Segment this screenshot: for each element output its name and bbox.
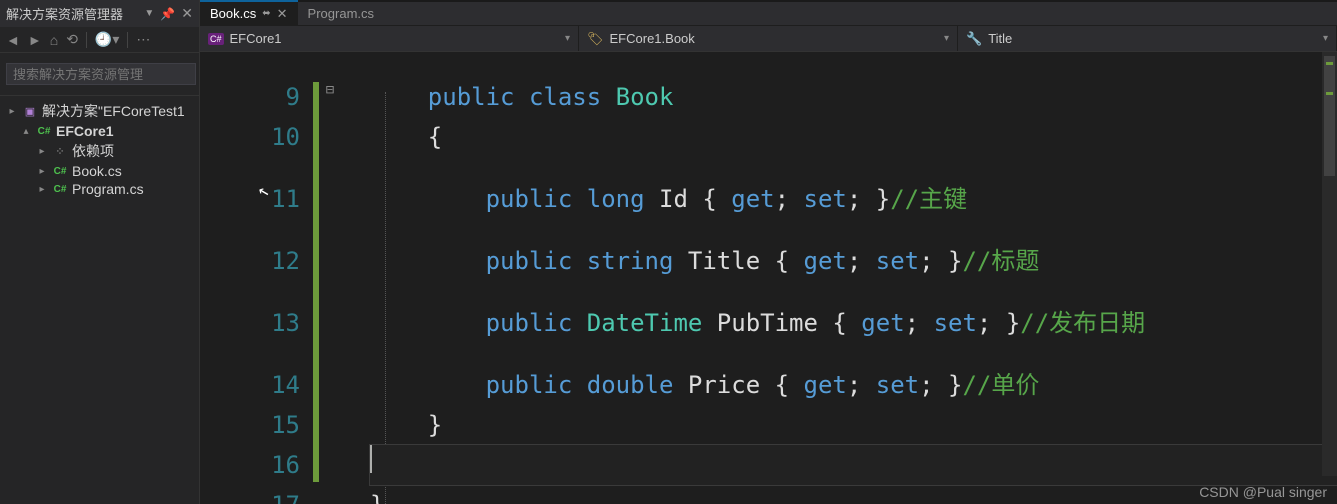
solution-explorer-title: 解决方案资源管理器 [6, 4, 138, 23]
dependencies-icon: ⁘ [52, 145, 68, 158]
wrench-icon: 🔧 [966, 31, 982, 47]
tab-label: Program.cs [308, 6, 374, 21]
sync-icon[interactable]: ⟲ [66, 31, 78, 48]
scrollbar-thumb[interactable] [1324, 56, 1335, 176]
dependencies-node[interactable]: ▸ ⁘ 依赖项 [0, 140, 199, 162]
solution-icon: ▣ [22, 105, 38, 118]
pin-icon[interactable]: 📌 [160, 7, 175, 21]
project-label: EFCore1 [56, 123, 114, 139]
file-label: Book.cs [72, 163, 122, 179]
chevron-down-icon: ▾ [565, 33, 570, 44]
csharp-file-icon: C# [52, 184, 68, 195]
solution-node[interactable]: ▸ ▣ 解决方案"EFCoreTest1 [0, 100, 199, 122]
change-indicator-bar [312, 52, 320, 504]
class-icon: 🏷 [587, 31, 604, 47]
project-node[interactable]: ▴ C# EFCore1 [0, 122, 199, 140]
expander-collapsed-icon[interactable]: ▸ [36, 146, 48, 157]
nav-scope-member[interactable]: 🔧 Title ▾ [958, 26, 1337, 51]
nav-label: EFCore1.Book [610, 31, 695, 46]
file-label: Program.cs [72, 181, 144, 197]
dependencies-label: 依赖项 [72, 141, 114, 161]
fold-gutter: ⊟ [320, 52, 340, 504]
line-number-gutter: 91011121314151617 [230, 52, 312, 504]
tab-program[interactable]: Program.cs [298, 2, 384, 25]
nav-scope-class[interactable]: 🏷 EFCore1.Book ▾ [579, 26, 958, 51]
code-content[interactable]: public class Book { public long Id { get… [340, 52, 1337, 504]
csharp-icon: C# [208, 33, 224, 45]
csharp-file-icon: C# [52, 166, 68, 177]
scrollbar-change-mark [1326, 92, 1333, 95]
nav-label: Title [988, 31, 1012, 46]
separator [86, 32, 87, 48]
home-icon[interactable]: ⌂ [50, 32, 58, 48]
file-node-program[interactable]: ▸ C# Program.cs [0, 180, 199, 198]
csharp-project-icon: C# [36, 126, 52, 137]
solution-explorer-panel: 解决方案资源管理器 ▼ 📌 ✕ ◄ ► ⌂ ⟲ 🕘▾ ⋯ 🔍▾ ▸ ▣ 解决方案… [0, 0, 200, 504]
solution-tree: ▸ ▣ 解决方案"EFCoreTest1 ▴ C# EFCore1 ▸ ⁘ 依赖… [0, 96, 199, 202]
nav-label: EFCore1 [230, 31, 282, 46]
navigation-bar: C# EFCore1 ▾ 🏷 EFCore1.Book ▾ 🔧 Title ▾ [200, 26, 1337, 52]
expander-collapsed-icon[interactable]: ▸ [6, 106, 18, 117]
forward-icon[interactable]: ► [28, 32, 42, 48]
pin-icon[interactable]: ⬌ [262, 8, 270, 19]
editor-margin: 91011121314151617 ⊟ [200, 52, 340, 504]
editor-area: Book.cs ⬌ ✕ Program.cs C# EFCore1 ▾ 🏷 EF… [200, 0, 1337, 504]
history-icon[interactable]: 🕘▾ [95, 31, 119, 48]
nav-scope-project[interactable]: C# EFCore1 ▾ [200, 26, 579, 51]
editor-tabs: Book.cs ⬌ ✕ Program.cs [200, 0, 1337, 26]
chevron-down-icon: ▾ [1323, 33, 1328, 44]
vertical-scrollbar[interactable] [1322, 52, 1337, 476]
solution-explorer-header: 解决方案资源管理器 ▼ 📌 ✕ [0, 0, 199, 27]
solution-explorer-toolbar: ◄ ► ⌂ ⟲ 🕘▾ ⋯ [0, 27, 199, 53]
expander-expanded-icon[interactable]: ▴ [20, 126, 32, 137]
separator [127, 32, 128, 48]
solution-label: 解决方案"EFCoreTest1 [42, 101, 185, 121]
file-node-book[interactable]: ▸ C# Book.cs [0, 162, 199, 180]
expander-collapsed-icon[interactable]: ▸ [36, 184, 48, 195]
tab-book[interactable]: Book.cs ⬌ ✕ [200, 0, 298, 25]
expander-collapsed-icon[interactable]: ▸ [36, 166, 48, 177]
scrollbar-change-mark [1326, 62, 1333, 65]
close-icon[interactable]: ✕ [181, 5, 193, 22]
search-input[interactable] [6, 63, 196, 85]
back-icon[interactable]: ◄ [6, 32, 20, 48]
fold-minus-icon[interactable]: ⊟ [326, 82, 334, 98]
more-icon[interactable]: ⋯ [136, 31, 150, 48]
solution-explorer-search: 🔍▾ [0, 53, 199, 96]
close-icon[interactable]: ✕ [277, 6, 288, 22]
chevron-down-icon[interactable]: ▼ [144, 8, 154, 19]
chevron-down-icon: ▾ [944, 33, 949, 44]
code-editor[interactable]: 91011121314151617 ⊟ public class Book { … [200, 52, 1337, 504]
tab-label: Book.cs [210, 6, 256, 21]
